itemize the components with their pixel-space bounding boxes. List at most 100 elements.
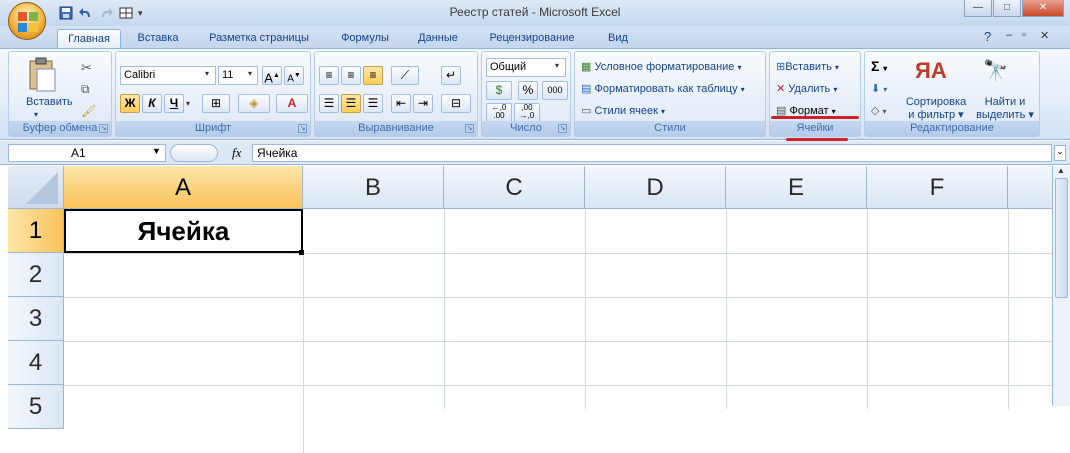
merge-center-button[interactable]: ⊟ [441, 94, 471, 113]
sort-filter-button[interactable]: Сортировка и фильтр ▾ [903, 96, 969, 121]
name-box[interactable]: A1 [8, 144, 166, 162]
currency-button[interactable]: $ [486, 81, 512, 100]
increase-decimal-button[interactable]: ←,0 .00 [486, 103, 512, 122]
font-color-button[interactable]: A [276, 94, 308, 113]
fill-handle[interactable] [299, 250, 304, 255]
tab-formulas[interactable]: Формулы [330, 29, 400, 48]
tab-home[interactable]: Главная [57, 29, 121, 48]
italic-button[interactable]: К [142, 94, 162, 113]
tab-insert[interactable]: Вставка [128, 29, 188, 48]
copy-icon[interactable]: ⧉ [81, 82, 90, 97]
wrap-text-button[interactable]: ↵ [441, 66, 461, 85]
font-name-dropdown-icon[interactable]: ▾ [205, 69, 209, 78]
column-header-f[interactable]: F [867, 166, 1008, 209]
office-button[interactable] [8, 2, 46, 40]
alignment-launcher-icon[interactable]: ↘ [465, 124, 474, 133]
align-bottom-button[interactable]: ≡ [363, 66, 383, 85]
maximize-button[interactable]: □ [993, 0, 1021, 17]
select-all-button[interactable] [8, 166, 64, 209]
row-header-5[interactable]: 5 [8, 385, 64, 429]
table-icon[interactable] [118, 5, 134, 21]
decrease-decimal-button[interactable]: ,00 →,0 [514, 103, 540, 122]
save-icon[interactable] [58, 5, 74, 21]
number-format-dropdown-icon[interactable]: ▾ [555, 61, 559, 70]
scroll-thumb[interactable] [1055, 178, 1068, 298]
align-right-button[interactable]: ☰ [363, 94, 383, 113]
tab-review[interactable]: Рецензирование [476, 29, 588, 48]
expand-formula-bar-icon[interactable]: ⌄ [1054, 145, 1066, 161]
clipboard-launcher-icon[interactable]: ↘ [99, 124, 108, 133]
thousands-button[interactable]: 000 [542, 81, 568, 100]
row-header-4[interactable]: 4 [8, 341, 64, 385]
insert-cells-button[interactable]: ⊞Вставить ▾ [776, 60, 839, 73]
redo-icon[interactable] [98, 5, 114, 21]
row-header-2[interactable]: 2 [8, 253, 64, 297]
sort-filter-label2: и фильтр ▾ [908, 109, 964, 121]
fill-color-button[interactable]: ◈ [238, 94, 270, 113]
name-box-dropdown-icon[interactable]: ▼ [152, 146, 161, 156]
decrease-indent-button[interactable]: ⇤ [391, 94, 411, 113]
formula-input[interactable]: Ячейка [252, 144, 1052, 162]
find-select-button[interactable]: Найти и выделить ▾ [975, 96, 1035, 121]
format-painter-icon[interactable]: 🖌 [81, 104, 96, 118]
customize-qat-icon[interactable]: ▾ [138, 5, 148, 21]
column-header-g[interactable] [1008, 166, 1052, 209]
paste-dropdown-icon[interactable]: ▾ [34, 110, 38, 119]
font-launcher-icon[interactable]: ↘ [298, 124, 307, 133]
scroll-up-icon[interactable]: ▲ [1057, 166, 1065, 175]
insert-function-button[interactable]: fx [232, 145, 241, 161]
paste-button[interactable]: Вставить [26, 96, 73, 108]
autosum-button[interactable]: Σ ▾ [871, 58, 887, 74]
shrink-font-button[interactable]: A▼ [284, 66, 304, 85]
column-header-c[interactable]: C [444, 166, 585, 209]
conditional-formatting-button[interactable]: ▦ Условное форматирование ▾ [581, 60, 742, 73]
number-format-select[interactable]: Общий [486, 58, 566, 77]
column-header-e[interactable]: E [726, 166, 867, 209]
align-left-button[interactable]: ☰ [319, 94, 339, 113]
align-middle-button[interactable]: ≡ [341, 66, 361, 85]
borders-button[interactable]: ⊞ [202, 94, 230, 113]
row-header-3[interactable]: 3 [8, 297, 64, 341]
column-header-a[interactable]: A [64, 166, 303, 209]
increase-indent-button[interactable]: ⇥ [413, 94, 433, 113]
orientation-button[interactable]: ⟋ [391, 66, 419, 85]
ribbon-close-icon[interactable]: ✕ [1040, 29, 1049, 42]
minimize-button[interactable]: — [964, 0, 992, 17]
align-center-button[interactable]: ☰ [341, 94, 361, 113]
row-header-1[interactable]: 1 [8, 209, 64, 253]
close-button[interactable]: ✕ [1022, 0, 1064, 17]
formula-bar-divider[interactable] [170, 144, 218, 162]
ribbon-min-icon[interactable]: – [1006, 29, 1012, 41]
vertical-scrollbar[interactable]: ▲ [1052, 166, 1070, 406]
underline-button[interactable]: Ч [164, 94, 184, 113]
group-label-cells: Ячейки [770, 121, 860, 136]
fill-icon[interactable]: ⬇ ▾ [871, 82, 887, 95]
grow-font-button[interactable]: A▲ [262, 66, 282, 85]
cell-a1[interactable]: Ячейка [64, 209, 303, 253]
tab-data[interactable]: Данные [408, 29, 468, 48]
delete-cells-button[interactable]: ✕ Удалить ▾ [776, 82, 837, 95]
underline-dropdown-icon[interactable]: ▾ [186, 99, 190, 108]
ribbon-restore-icon[interactable]: ▫ [1022, 29, 1026, 41]
sort-filter-icon[interactable]: ЯА [915, 58, 947, 84]
grid-line [303, 253, 304, 453]
number-launcher-icon[interactable]: ↘ [558, 124, 567, 133]
percent-button[interactable]: % [518, 81, 538, 100]
bold-button[interactable]: Ж [120, 94, 140, 113]
cut-icon[interactable]: ✂ [81, 60, 92, 76]
font-size-dropdown-icon[interactable]: ▾ [248, 69, 252, 78]
grid-line [585, 209, 586, 409]
font-name-select[interactable]: Calibri [120, 66, 216, 85]
cell-styles-button[interactable]: ▭ Стили ячеек ▾ [581, 104, 665, 117]
clear-icon[interactable]: ◇ ▾ [871, 104, 887, 117]
column-header-b[interactable]: B [303, 166, 444, 209]
tab-view[interactable]: Вид [596, 29, 640, 48]
paste-icon[interactable] [27, 57, 57, 96]
align-top-button[interactable]: ≡ [319, 66, 339, 85]
format-as-table-button[interactable]: ▤ Форматировать как таблицу ▾ [581, 82, 745, 95]
undo-icon[interactable] [78, 5, 94, 21]
help-icon[interactable]: ? [984, 29, 991, 44]
tab-page-layout[interactable]: Разметка страницы [196, 29, 322, 48]
column-header-d[interactable]: D [585, 166, 726, 209]
find-select-icon[interactable]: 🔭 [983, 58, 1008, 83]
